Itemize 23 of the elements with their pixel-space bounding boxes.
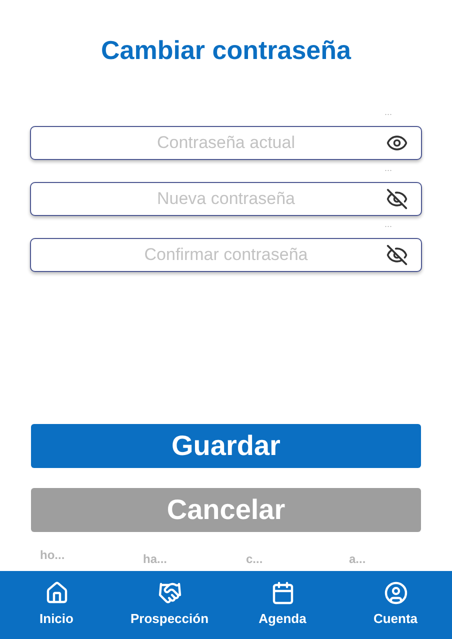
nav-tab[interactable]: Prospección <box>113 581 226 629</box>
nav-hint: ha... <box>143 552 168 568</box>
home-icon <box>44 581 68 606</box>
cancel-button[interactable]: Cancelar <box>31 488 421 532</box>
nav-hint: a... <box>349 552 367 568</box>
eye-off-icon[interactable] <box>386 188 408 210</box>
handshake-icon <box>158 581 182 606</box>
field-hint: ... <box>384 162 392 174</box>
user-icon <box>384 581 408 606</box>
nav-tab[interactable]: Agenda <box>226 581 339 629</box>
password-field[interactable]: Contraseña actual <box>30 126 422 160</box>
password-field[interactable]: Confirmar contraseña <box>30 238 422 272</box>
eye-off-icon[interactable] <box>386 244 408 266</box>
password-field[interactable]: Nueva contraseña <box>30 182 422 216</box>
page-title: Cambiar contraseña <box>100 34 352 67</box>
calendar-icon <box>270 581 294 606</box>
nav-tab[interactable]: Cuenta <box>339 581 452 629</box>
nav-hint: ho... <box>40 548 66 564</box>
nav-tab[interactable]: Inicio <box>0 581 113 629</box>
nav-hint: c... <box>246 552 264 568</box>
field-hint: ... <box>384 218 392 230</box>
save-button[interactable]: Guardar <box>31 424 421 468</box>
field-hint: ... <box>384 106 392 118</box>
